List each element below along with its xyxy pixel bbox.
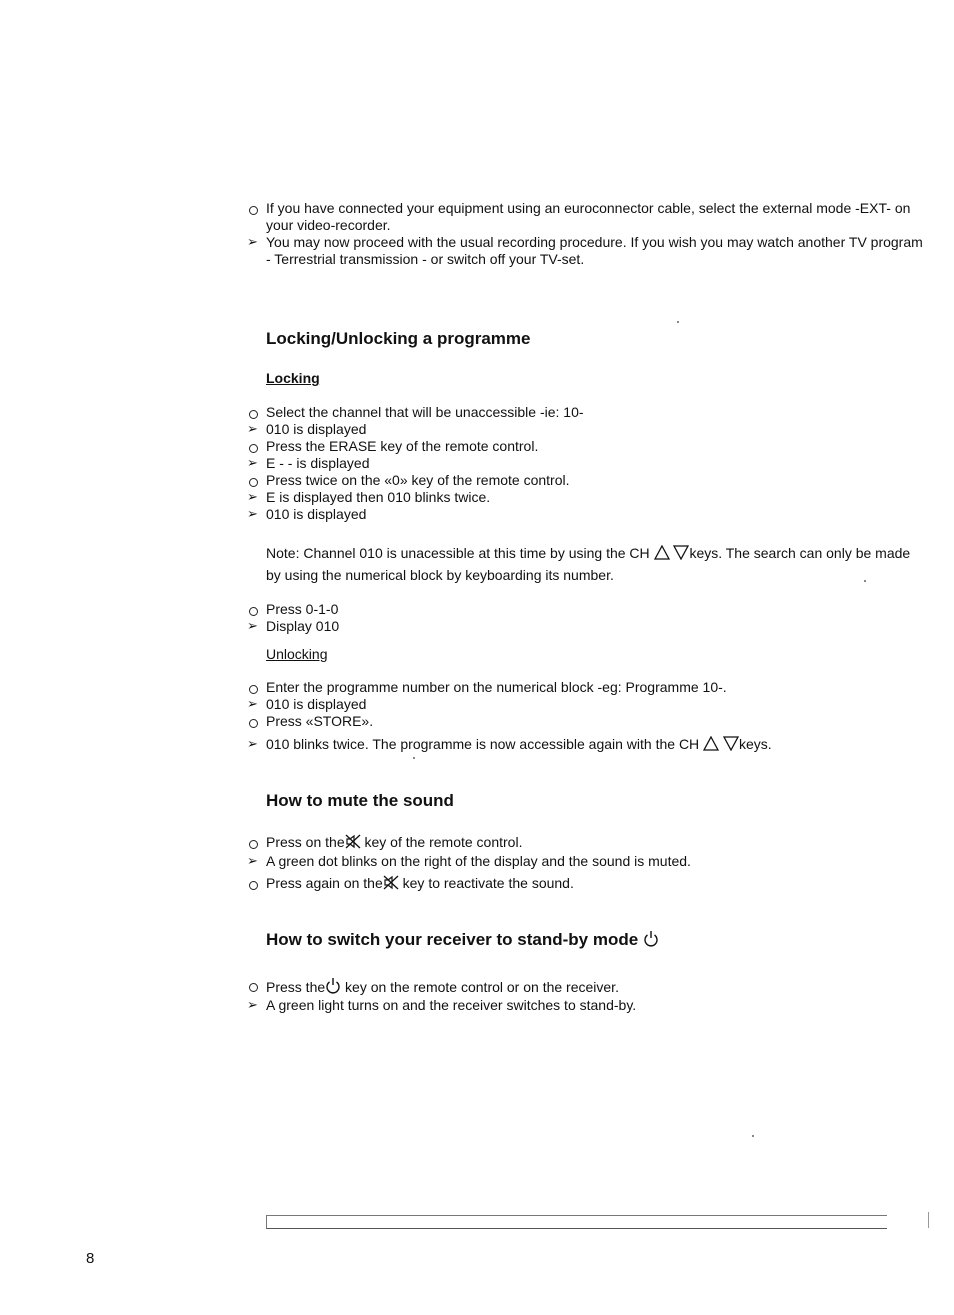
section-heading-standby: How to switch your receiver to stand-by …	[266, 930, 659, 950]
intro-text: If you have connected your equipment usi…	[266, 200, 911, 216]
step-text: Press on the	[266, 834, 345, 850]
step-text: E - - is displayed	[266, 455, 370, 471]
circle-bullet-icon	[248, 877, 268, 892]
arrow-bullet-icon: ➢	[247, 421, 258, 436]
note-text: keys. The search can only be made	[689, 545, 911, 561]
arrow-bullet-icon: ➢	[247, 736, 258, 751]
circle-bullet-icon	[248, 681, 268, 696]
step-text: key of the remote control.	[364, 834, 523, 850]
section-heading-mute: How to mute the sound	[266, 791, 454, 810]
subheading-unlocking: Unlocking	[266, 646, 328, 662]
intro-text: your video-recorder.	[266, 217, 391, 233]
step-text: Press «STORE».	[266, 713, 374, 729]
intro-text: You may now proceed with the usual recor…	[266, 234, 923, 250]
circle-bullet-icon	[248, 474, 268, 489]
step-text: Display 010	[266, 618, 340, 634]
triangle-up-icon	[653, 545, 670, 560]
step-text: Press twice on the «0» key of the remote…	[266, 472, 570, 488]
step-text: Select the channel that will be unaccess…	[266, 404, 584, 420]
footer-rule	[266, 1215, 887, 1229]
power-icon	[644, 931, 658, 947]
subheading-locking: Locking	[266, 370, 320, 386]
note-line-1: Note: Channel 010 is unacessible at this…	[266, 545, 910, 562]
circle-bullet-icon	[248, 202, 268, 217]
note-line-2: by using the numerical block by keyboard…	[266, 567, 614, 583]
step-text: A green dot blinks on the right of the d…	[266, 853, 691, 869]
arrow-bullet-icon: ➢	[247, 489, 258, 504]
arrow-bullet-icon: ➢	[247, 506, 258, 521]
step-text: 010 is displayed	[266, 421, 367, 437]
step-text: Press the ERASE key of the remote contro…	[266, 438, 539, 454]
step-text: Enter the programme number on the numeri…	[266, 679, 727, 695]
step-text: keys.	[738, 736, 772, 752]
scan-speck	[752, 1135, 754, 1137]
circle-bullet-icon	[248, 836, 268, 851]
step-text: E is displayed then 010 blinks twice.	[266, 489, 491, 505]
page-number: 8	[86, 1250, 95, 1267]
step-text: 010 blinks twice. The programme is now a…	[266, 736, 700, 752]
mute-icon	[383, 875, 399, 890]
step-text: Press 0-1-0	[266, 601, 339, 617]
scan-speck	[677, 321, 679, 323]
page-edge-mark	[928, 1212, 929, 1228]
arrow-bullet-icon: ➢	[247, 455, 258, 470]
step-text: A green light turns on and the receiver …	[266, 997, 637, 1013]
step-text: 010 is displayed	[266, 506, 367, 522]
step-text: key to reactivate the sound.	[402, 875, 574, 891]
scan-speck	[413, 757, 415, 759]
circle-bullet-icon	[248, 979, 268, 994]
mute-icon	[345, 834, 361, 849]
section-heading-locking: Locking/Unlocking a programme	[266, 329, 531, 348]
circle-bullet-icon	[248, 603, 268, 618]
note-text: Note: Channel 010 is unacessible at this…	[266, 545, 650, 561]
triangle-up-icon	[703, 736, 720, 751]
circle-bullet-icon	[248, 406, 268, 421]
power-icon	[326, 978, 340, 994]
step-text: Press again on the	[266, 875, 383, 891]
arrow-bullet-icon: ➢	[247, 234, 258, 249]
triangle-down-icon	[673, 545, 690, 560]
step-text: Press the	[266, 979, 326, 995]
intro-text: - Terrestrial transmission - or switch o…	[266, 251, 585, 267]
circle-bullet-icon	[248, 440, 268, 455]
arrow-bullet-icon: ➢	[247, 696, 258, 711]
circle-bullet-icon	[248, 715, 268, 730]
arrow-bullet-icon: ➢	[247, 618, 258, 633]
arrow-bullet-icon: ➢	[247, 997, 258, 1012]
standby-title: How to switch your receiver to stand-by …	[266, 930, 639, 949]
step-text: key on the remote control or on the rece…	[345, 979, 619, 995]
arrow-bullet-icon: ➢	[247, 853, 258, 868]
scan-speck	[864, 580, 866, 582]
step-text: 010 is displayed	[266, 696, 367, 712]
triangle-down-icon	[722, 736, 739, 751]
